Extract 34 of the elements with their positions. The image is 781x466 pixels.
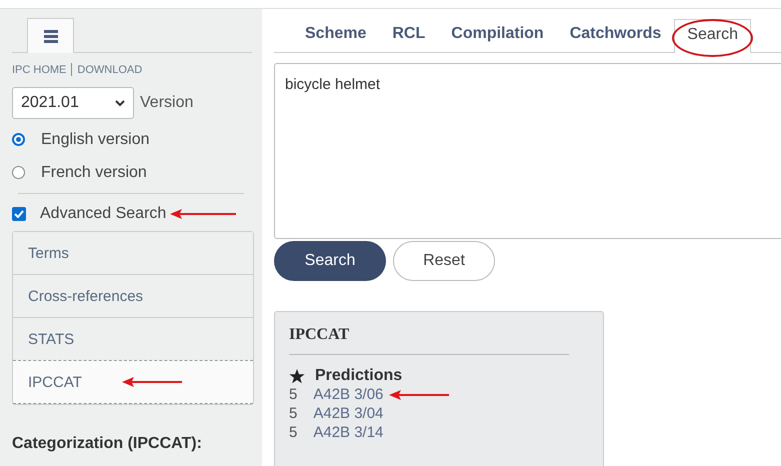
predictions-heading: Predictions [315, 367, 402, 385]
version-select[interactable]: 2021.01 [12, 87, 134, 119]
version-label: Version [140, 94, 194, 112]
radio-button[interactable] [12, 166, 25, 179]
menu-icon [44, 30, 58, 42]
prediction-score: 5 [289, 424, 298, 441]
menu-tab[interactable] [27, 18, 74, 53]
nav-link[interactable]: IPC HOME [12, 64, 66, 76]
checkbox-label: Advanced Search [40, 205, 166, 223]
tab[interactable]: Compilation [438, 24, 557, 52]
checkbox[interactable] [12, 207, 26, 221]
reset-button[interactable]: Reset [393, 241, 495, 281]
radio-label: French version [41, 164, 147, 182]
prediction-link[interactable]: A42B 3/14 [313, 424, 384, 441]
tab[interactable]: RCL [379, 24, 438, 52]
prediction-score: 5 [289, 405, 298, 422]
radio-label: English version [41, 130, 150, 148]
tab[interactable]: Scheme [292, 24, 380, 52]
prediction-link[interactable]: A42B 3/04 [313, 405, 384, 422]
sidebar-item[interactable]: STATS [28, 330, 74, 348]
prediction-link[interactable]: A42B 3/06 [313, 386, 384, 403]
sidebar-item[interactable]: IPCCAT [28, 374, 82, 390]
query-field[interactable]: bicycle helmet [274, 63, 781, 239]
chevron-down-icon [115, 100, 125, 106]
sidebar-item[interactable]: Terms [28, 244, 69, 262]
nav-link[interactable]: DOWNLOAD [77, 64, 142, 76]
section-heading: Categorization (IPCCAT): [12, 435, 203, 453]
sidebar-item[interactable]: Cross-references [28, 288, 144, 304]
radio-button[interactable] [12, 133, 25, 146]
tab[interactable]: Catchwords [556, 24, 674, 52]
star-icon [289, 368, 305, 384]
prediction-score: 5 [289, 386, 298, 403]
panel-title: IPCCAT [289, 326, 569, 355]
search-button[interactable]: Search [274, 241, 386, 281]
